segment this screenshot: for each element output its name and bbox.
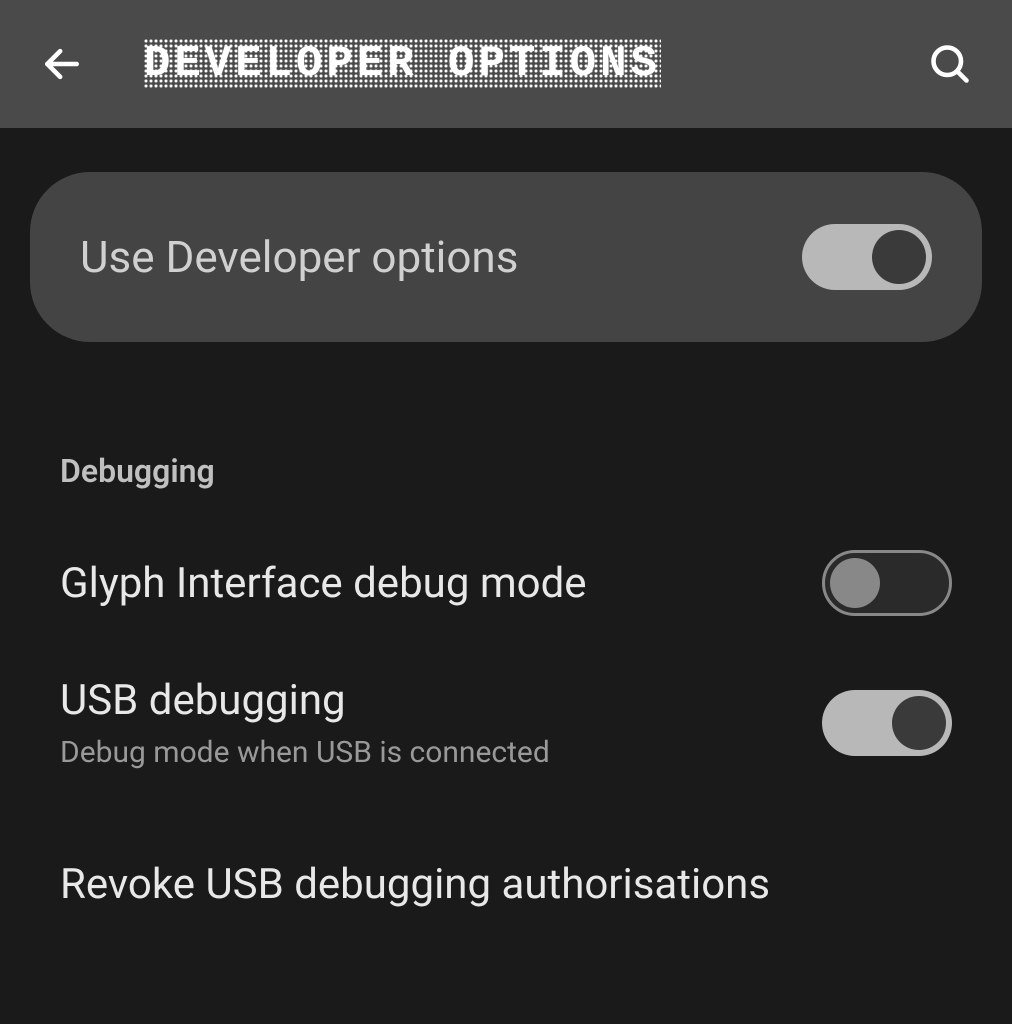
arrow-left-icon: [40, 42, 84, 86]
toggle-knob: [892, 696, 946, 750]
setting-text: USB debugging Debug mode when USB is con…: [60, 676, 550, 770]
use-developer-options-card[interactable]: Use Developer options: [30, 172, 982, 342]
revoke-usb-authorisations-row[interactable]: Revoke USB debugging authorisations: [60, 860, 952, 909]
page-title: DEVELOPER OPTIONS: [144, 39, 661, 89]
back-button[interactable]: [40, 42, 84, 86]
section-header-debugging: Debugging: [60, 452, 952, 490]
glyph-interface-toggle[interactable]: [822, 550, 952, 616]
usb-debugging-toggle[interactable]: [822, 690, 952, 756]
glyph-interface-debug-row[interactable]: Glyph Interface debug mode: [60, 550, 952, 616]
app-header: DEVELOPER OPTIONS: [0, 0, 1012, 128]
search-icon: [928, 42, 972, 86]
use-developer-options-toggle[interactable]: [802, 224, 932, 290]
search-button[interactable]: [928, 42, 972, 86]
revoke-usb-title: Revoke USB debugging authorisations: [60, 860, 770, 909]
usb-debugging-subtitle: Debug mode when USB is connected: [60, 735, 550, 770]
use-developer-options-label: Use Developer options: [80, 231, 518, 283]
setting-text: Revoke USB debugging authorisations: [60, 860, 770, 909]
glyph-interface-title: Glyph Interface debug mode: [60, 559, 587, 608]
usb-debugging-row[interactable]: USB debugging Debug mode when USB is con…: [60, 676, 952, 770]
setting-text: Glyph Interface debug mode: [60, 559, 587, 608]
toggle-knob: [872, 230, 926, 284]
usb-debugging-title: USB debugging: [60, 676, 550, 725]
toggle-knob: [830, 558, 880, 608]
